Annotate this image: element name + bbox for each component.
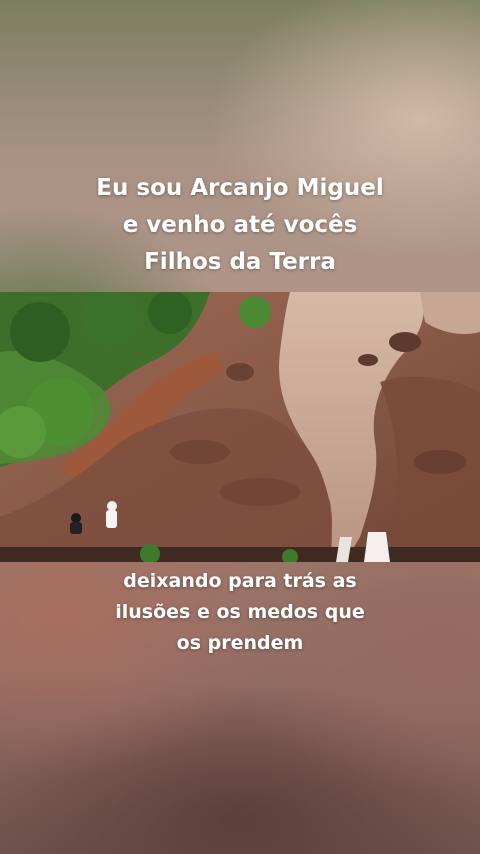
caption-bottom: deixando para trás as ilusões e os medos… [0,566,480,659]
caption-bottom-line-3: os prendem [176,632,304,654]
caption-bottom-line-2: ilusões e os medos que [115,601,365,623]
person-dark [70,513,82,534]
story-frame: Eu sou Arcanjo Miguel e venho até vocês … [0,0,480,854]
person-white [106,501,117,528]
aerial-waterfall-photo [0,292,480,562]
caption-top-line-2: e venho até vocês [122,212,358,238]
caption-top: Eu sou Arcanjo Miguel e venho até vocês … [0,170,480,281]
caption-top-line-1: Eu sou Arcanjo Miguel [96,175,384,201]
caption-top-line-3: Filhos da Terra [144,249,336,275]
caption-bottom-line-1: deixando para trás as [123,570,357,592]
